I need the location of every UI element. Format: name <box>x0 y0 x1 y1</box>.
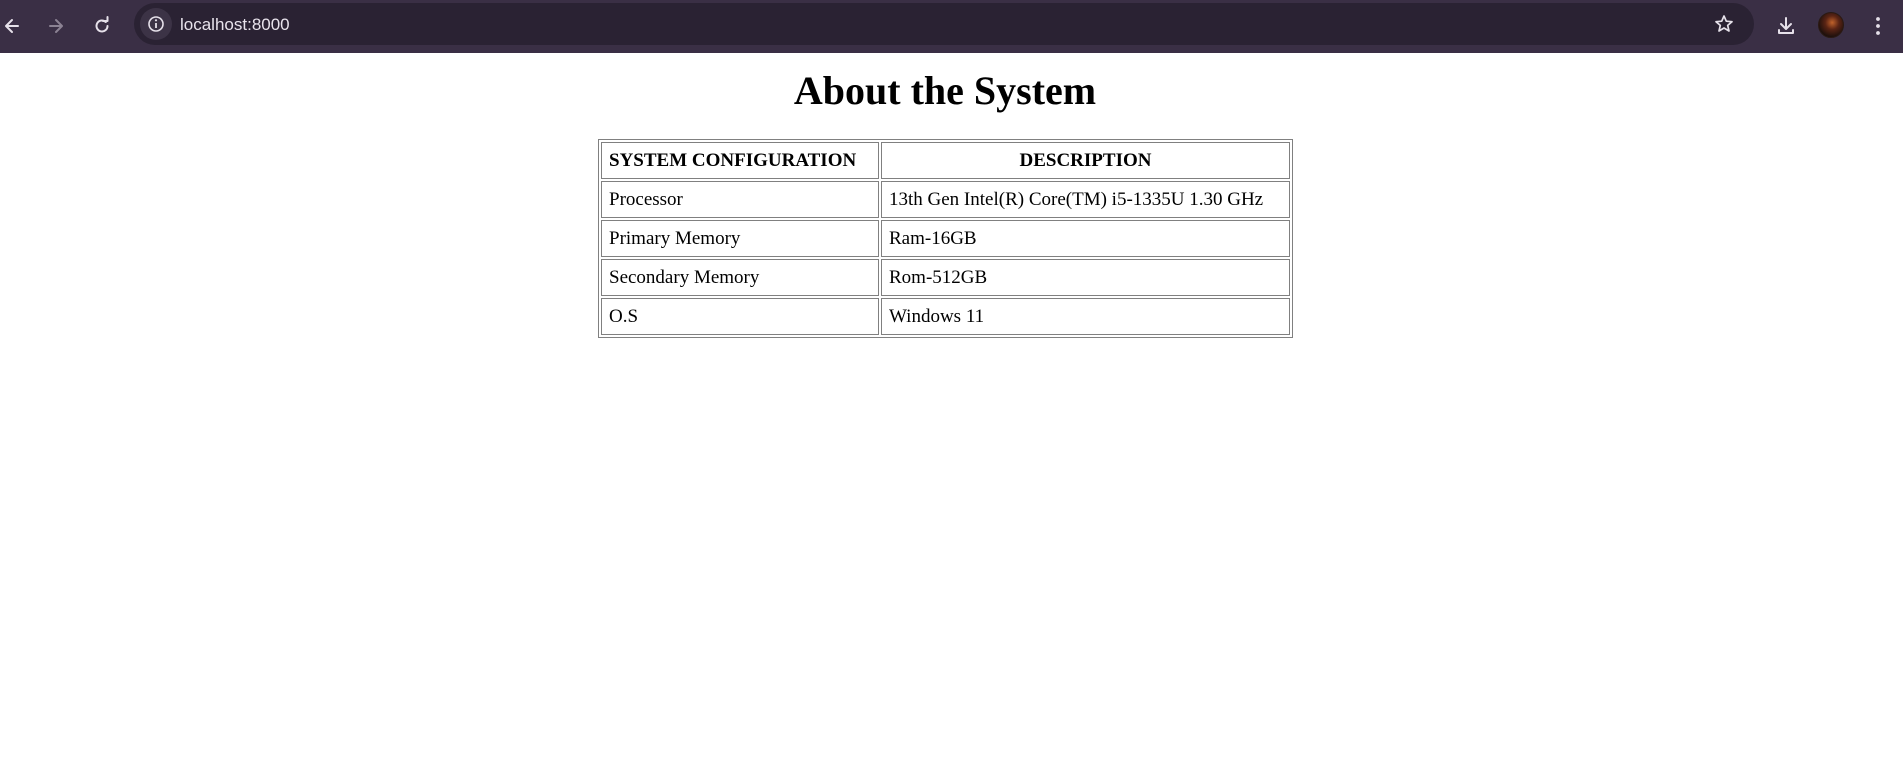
info-circle-icon <box>148 16 164 32</box>
page-title: About the System <box>793 68 1097 113</box>
back-button[interactable] <box>0 10 28 42</box>
table-row: O.S Windows 11 <box>601 298 1290 335</box>
site-info-button[interactable] <box>140 8 172 40</box>
row-label: O.S <box>601 298 879 335</box>
reload-button[interactable] <box>86 10 118 42</box>
kebab-menu-icon <box>1876 17 1880 35</box>
row-value: Windows 11 <box>881 298 1290 335</box>
table-row: Primary Memory Ram-16GB <box>601 220 1290 257</box>
star-outline-icon <box>1715 15 1733 32</box>
table-row: Secondary Memory Rom-512GB <box>601 259 1290 296</box>
row-label: Processor <box>601 181 879 218</box>
arrow-left-icon <box>5 19 19 33</box>
header-system-configuration: SYSTEM CONFIGURATION <box>601 142 879 179</box>
arrow-right-icon <box>49 19 63 33</box>
forward-button[interactable] <box>40 10 72 42</box>
url-text[interactable]: localhost:8000 <box>180 15 290 35</box>
row-value: Ram-16GB <box>881 220 1290 257</box>
system-config-table: SYSTEM CONFIGURATION DESCRIPTION Process… <box>598 139 1293 338</box>
browser-toolbar: localhost:8000 <box>0 0 1903 53</box>
browser-menu-button[interactable] <box>1862 10 1894 42</box>
download-icon <box>1778 17 1794 34</box>
page-content: About the System SYSTEM CONFIGURATION DE… <box>0 53 1903 769</box>
row-value: 13th Gen Intel(R) Core(TM) i5-1335U 1.30… <box>881 181 1290 218</box>
header-description: DESCRIPTION <box>881 142 1290 179</box>
row-label: Primary Memory <box>601 220 879 257</box>
reload-icon <box>95 16 109 33</box>
profile-avatar[interactable] <box>1818 12 1844 38</box>
row-value: Rom-512GB <box>881 259 1290 296</box>
table-row: Processor 13th Gen Intel(R) Core(TM) i5-… <box>601 181 1290 218</box>
table-header-row: SYSTEM CONFIGURATION DESCRIPTION <box>601 142 1290 179</box>
downloads-button[interactable] <box>1770 10 1802 42</box>
row-label: Secondary Memory <box>601 259 879 296</box>
address-bar[interactable]: localhost:8000 <box>134 3 1754 45</box>
bookmark-button[interactable] <box>1708 8 1740 40</box>
